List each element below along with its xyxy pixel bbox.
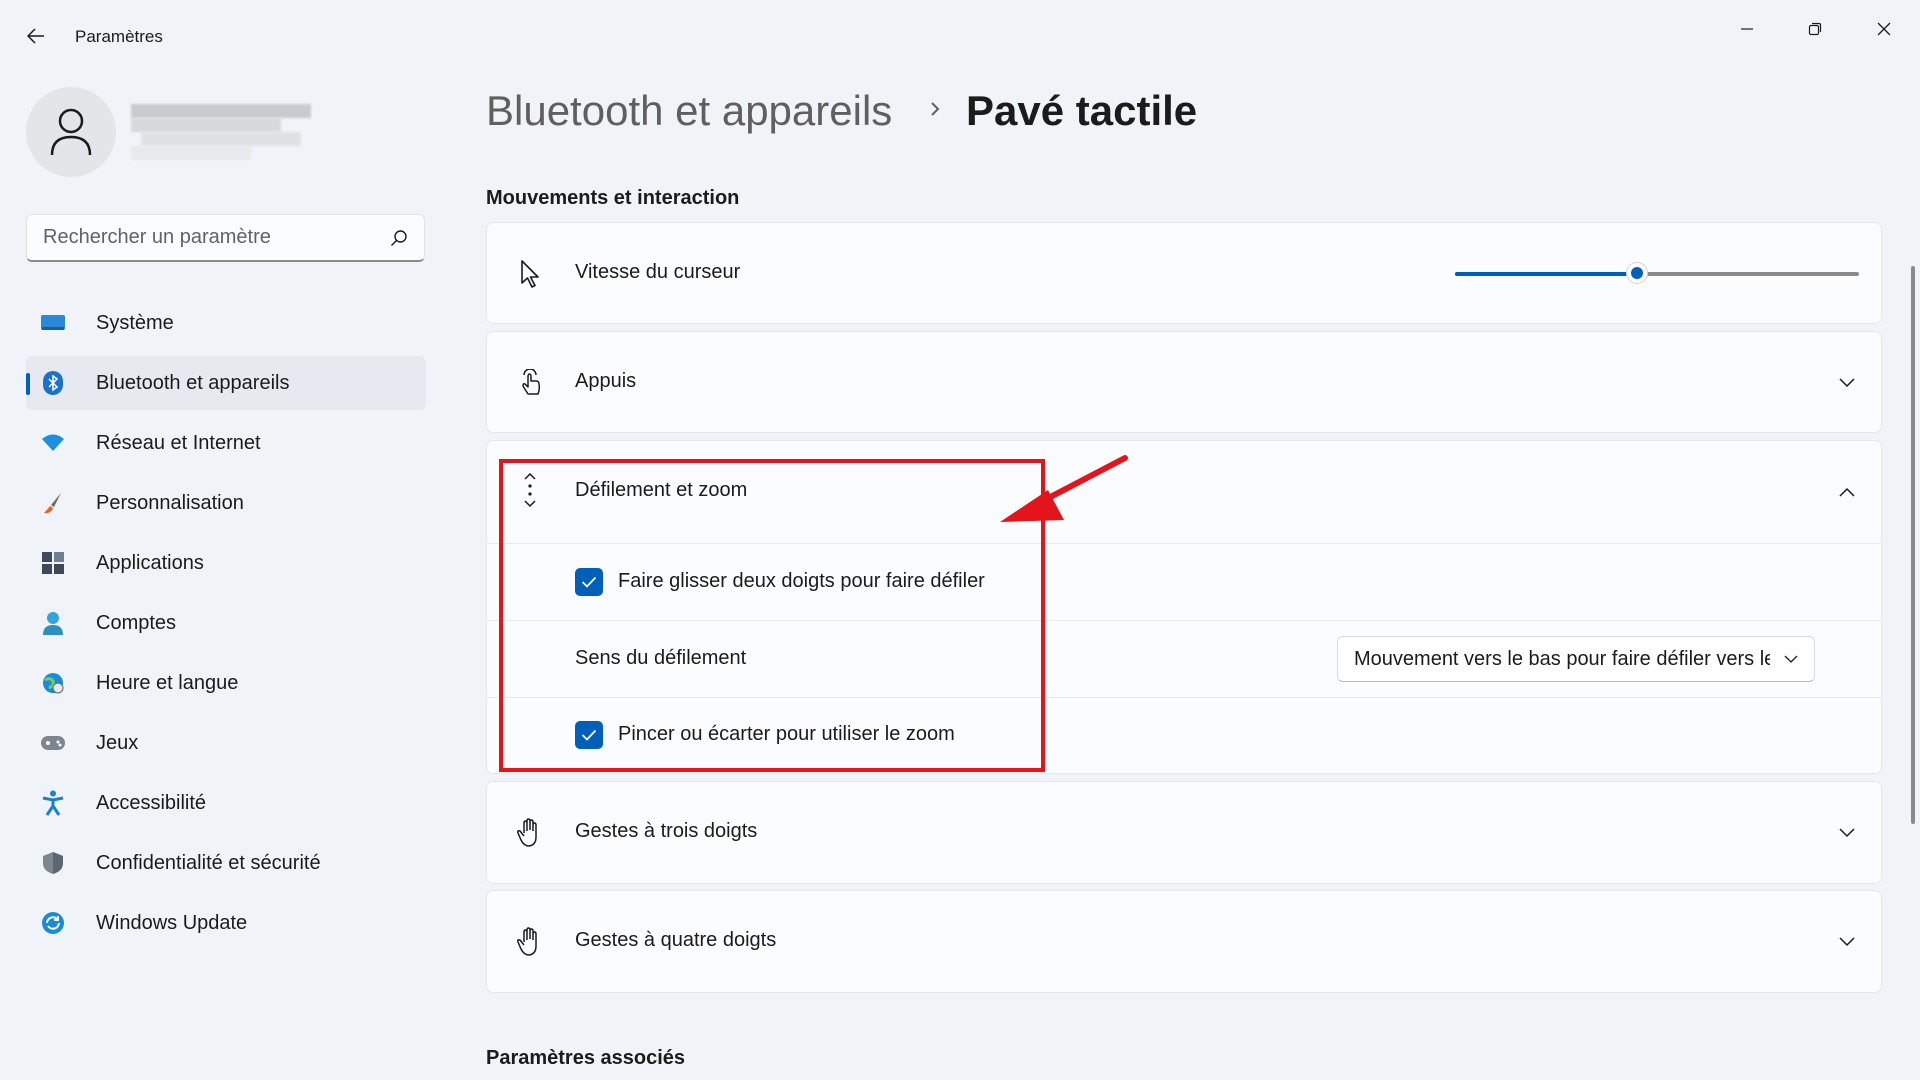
user-name-redacted	[131, 104, 311, 164]
back-button[interactable]	[20, 20, 52, 52]
search-icon	[391, 229, 407, 246]
three-finger-card[interactable]: Gestes à trois doigts	[486, 781, 1882, 884]
restore-button[interactable]	[1792, 12, 1838, 46]
hand-icon	[515, 818, 545, 848]
scroll-direction-row: Sens du défilement Mouvement vers le bas…	[487, 621, 1881, 697]
search-placeholder: Rechercher un paramètre	[43, 226, 271, 248]
accessibility-icon	[40, 790, 66, 816]
hand-icon	[515, 927, 545, 957]
minimize-icon	[1741, 28, 1753, 30]
sidebar-item-confidentialite[interactable]: Confidentialité et sécurité	[26, 836, 426, 890]
four-finger-label: Gestes à quatre doigts	[575, 929, 777, 951]
sidebar-item-comptes[interactable]: Comptes	[26, 596, 426, 650]
sidebar-item-label: Accessibilité	[96, 791, 207, 814]
taps-card[interactable]: Appuis	[486, 331, 1882, 433]
scroll-zoom-card: Défilement et zoom Faire glisser deux do…	[486, 440, 1882, 774]
checkmark-icon	[581, 729, 597, 741]
related-settings-title: Paramètres associés	[486, 1047, 686, 1069]
sidebar-item-applications[interactable]: Applications	[26, 536, 426, 590]
pinch-zoom-label[interactable]: Pincer ou écarter pour utiliser le zoom	[618, 723, 955, 746]
sidebar-item-systeme[interactable]: Système	[26, 296, 426, 350]
two-finger-scroll-label[interactable]: Faire glisser deux doigts pour faire déf…	[618, 570, 985, 593]
sidebar-item-accessibilite[interactable]: Accessibilité	[26, 776, 426, 830]
three-finger-label: Gestes à trois doigts	[575, 820, 758, 842]
sidebar-item-heure[interactable]: Heure et langue	[26, 656, 426, 710]
scrollbar[interactable]	[1911, 266, 1915, 824]
cursor-speed-slider[interactable]	[1455, 262, 1859, 284]
sidebar-item-label: Windows Update	[96, 911, 248, 934]
close-icon	[1877, 22, 1891, 36]
chevron-down-icon	[1784, 655, 1798, 663]
sidebar-item-label: Personnalisation	[96, 491, 244, 514]
sidebar-item-jeux[interactable]: Jeux	[26, 716, 426, 770]
scroll-zoom-header[interactable]: Défilement et zoom	[487, 441, 1881, 543]
person-icon	[50, 108, 92, 156]
section-title: Mouvements et interaction	[486, 187, 740, 209]
sidebar-item-label: Jeux	[96, 731, 139, 754]
pinch-zoom-row: Pincer ou écarter pour utiliser le zoom	[487, 698, 1881, 774]
sidebar-item-personnalisation[interactable]: Personnalisation	[26, 476, 426, 530]
breadcrumb-parent[interactable]: Bluetooth et appareils	[486, 87, 892, 135]
avatar	[26, 87, 116, 177]
app-title: Paramètres	[75, 27, 163, 46]
wifi-icon	[40, 430, 66, 456]
update-icon	[40, 910, 66, 936]
system-icon	[40, 310, 66, 336]
scroll-direction-dropdown[interactable]: Mouvement vers le bas pour faire défiler…	[1337, 636, 1815, 682]
sidebar-item-label: Système	[96, 311, 174, 334]
page-title: Pavé tactile	[966, 87, 1198, 134]
sidebar-item-label: Applications	[96, 551, 204, 574]
shield-icon	[40, 850, 66, 876]
slider-fill	[1455, 272, 1637, 276]
two-finger-scroll-checkbox[interactable]	[575, 568, 603, 596]
cursor-speed-card: Vitesse du curseur	[486, 222, 1882, 324]
scroll-direction-value: Mouvement vers le bas pour faire défiler…	[1354, 647, 1770, 670]
arrow-left-icon	[27, 28, 44, 44]
scroll-direction-label: Sens du défilement	[575, 647, 747, 669]
four-finger-card[interactable]: Gestes à quatre doigts	[486, 890, 1882, 993]
restore-icon	[1808, 22, 1822, 36]
chevron-down-icon	[1835, 821, 1859, 845]
tap-icon	[515, 368, 545, 398]
sidebar-item-label: Confidentialité et sécurité	[96, 851, 321, 874]
slider-thumb[interactable]	[1625, 262, 1648, 284]
brush-icon	[40, 490, 66, 516]
pinch-zoom-checkbox[interactable]	[575, 721, 603, 749]
gamepad-icon	[40, 730, 66, 756]
sidebar-item-label: Heure et langue	[96, 671, 239, 694]
sidebar-item-label: Réseau et Internet	[96, 431, 261, 454]
scroll-icon	[515, 473, 545, 507]
sidebar-item-reseau[interactable]: Réseau et Internet	[26, 416, 426, 470]
annotation-arrow-icon	[1000, 455, 1128, 522]
bluetooth-icon	[40, 370, 66, 396]
close-button[interactable]	[1861, 12, 1907, 46]
chevron-down-icon	[1835, 371, 1859, 395]
globe-clock-icon	[40, 670, 66, 696]
sidebar-item-windows-update[interactable]: Windows Update	[26, 896, 426, 950]
scroll-zoom-label: Défilement et zoom	[575, 479, 748, 501]
apps-icon	[40, 550, 66, 576]
cursor-icon	[515, 259, 545, 289]
taps-label: Appuis	[575, 370, 637, 392]
account-icon	[40, 610, 66, 636]
chevron-right-icon	[931, 102, 940, 116]
two-finger-scroll-row: Faire glisser deux doigts pour faire déf…	[487, 544, 1881, 620]
sidebar-nav: Système Bluetooth et appareils Réseau et…	[26, 296, 426, 956]
sidebar-item-label: Bluetooth et appareils	[96, 371, 290, 394]
chevron-down-icon	[1835, 930, 1859, 954]
search-input[interactable]: Rechercher un paramètre	[26, 214, 425, 262]
cursor-speed-label: Vitesse du curseur	[575, 261, 741, 283]
checkmark-icon	[581, 576, 597, 588]
chevron-up-icon	[1835, 480, 1859, 504]
sidebar-item-label: Comptes	[96, 611, 177, 634]
sidebar-item-bluetooth[interactable]: Bluetooth et appareils	[26, 356, 426, 410]
minimize-button[interactable]	[1724, 12, 1770, 46]
